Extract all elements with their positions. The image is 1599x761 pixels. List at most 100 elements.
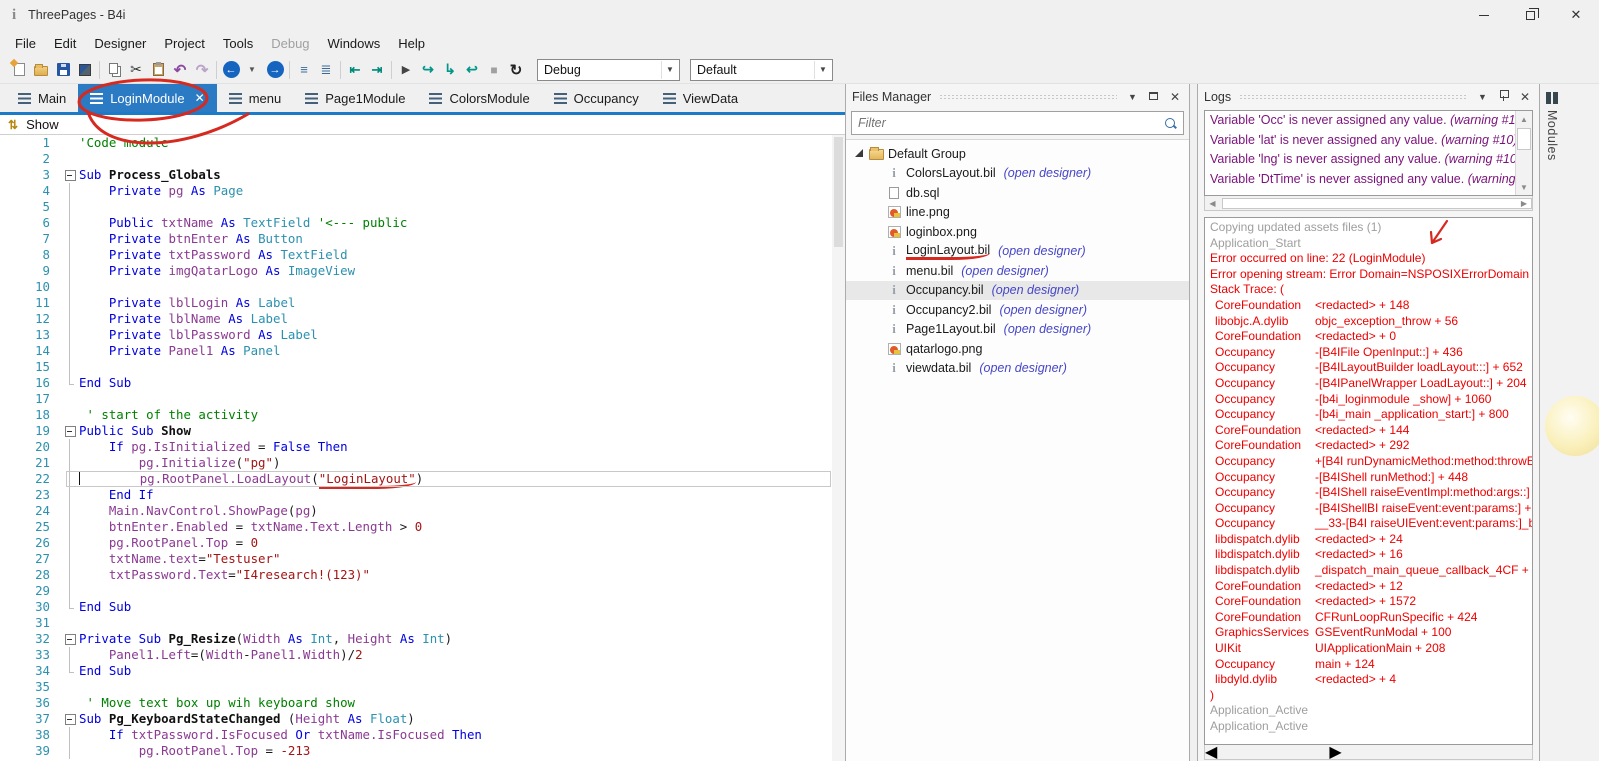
open-designer-link[interactable]: (open designer) (979, 361, 1067, 375)
restart-icon[interactable]: ↻ (505, 59, 527, 81)
build-config-combobox[interactable]: Default ▼ (690, 58, 833, 81)
tab-page1module[interactable]: Page1Module (293, 84, 417, 112)
code-line-23[interactable]: 23 End If (0, 487, 845, 503)
restore-button[interactable] (1507, 0, 1553, 30)
logs-panel-close-icon[interactable]: ✕ (1517, 89, 1533, 105)
code-line-4[interactable]: 4 Private pg As Page (0, 183, 845, 199)
menu-item-edit[interactable]: Edit (45, 33, 85, 54)
menu-item-project[interactable]: Project (155, 33, 213, 54)
code-line-25[interactable]: 25 btnEnter.Enabled = txtName.Text.Lengt… (0, 519, 845, 535)
file-row-loginbox.png[interactable]: loginbox.png (846, 222, 1189, 242)
file-row-page1layout.bil[interactable]: i Page1Layout.bil (open designer) (846, 320, 1189, 340)
menu-item-help[interactable]: Help (389, 33, 434, 54)
navigate-forward-icon[interactable]: → (264, 59, 286, 81)
code-line-39[interactable]: 39 pg.RootPanel.Top = -213 (0, 743, 845, 759)
file-row-db.sql[interactable]: db.sql (846, 183, 1189, 203)
code-line-13[interactable]: 13 Private lblPassword As Label (0, 327, 845, 343)
paste-icon[interactable] (147, 59, 169, 81)
modules-grid-icon[interactable] (74, 59, 96, 81)
open-designer-link[interactable]: (open designer) (998, 244, 1086, 258)
tree-group-row[interactable]: Default Group (846, 144, 1189, 164)
code-line-12[interactable]: 12 Private lblName As Label (0, 311, 845, 327)
open-designer-link[interactable]: (open designer) (961, 264, 1049, 278)
format-lines2-icon[interactable]: ≣ (315, 59, 337, 81)
pin-icon[interactable] (1496, 89, 1511, 104)
warnings-hscrollbar[interactable]: ◀ ▶ (1204, 196, 1533, 211)
file-row-occupancy2.bil[interactable]: i Occupancy2.bil (open designer) (846, 300, 1189, 320)
code-line-28[interactable]: 28 txtPassword.Text="I4research!(123)" (0, 567, 845, 583)
code-line-22[interactable]: 22 pg.RootPanel.LoadLayout("LoginLayout"… (0, 471, 845, 489)
code-line-29[interactable]: 29 (0, 583, 845, 599)
modules-side-tab[interactable]: Modules (1543, 88, 1561, 165)
open-designer-link[interactable]: (open designer) (1004, 166, 1092, 180)
code-line-17[interactable]: 17 (0, 391, 845, 407)
file-row-occupancy.bil[interactable]: i Occupancy.bil (open designer) (846, 280, 1189, 300)
code-line-27[interactable]: 27 txtName.text="Testuser" (0, 551, 845, 567)
code-line-5[interactable]: 5 (0, 199, 845, 215)
code-line-19[interactable]: 19 Public Sub Show (0, 423, 845, 439)
code-line-7[interactable]: 7 Private btnEnter As Button (0, 231, 845, 247)
open-designer-link[interactable]: (open designer) (1004, 322, 1092, 336)
stop-icon[interactable]: ■ (483, 59, 505, 81)
code-editor[interactable]: 1 'Code module 2 3 Sub Process_Globals 4 Priv… (0, 135, 845, 761)
code-line-9[interactable]: 9 Private imgQatarLogo As ImageView (0, 263, 845, 279)
tab-loginmodule[interactable]: LoginModule ✕ (78, 84, 217, 112)
file-row-loginlayout.bil[interactable]: i LoginLayout.bil (open designer) (846, 242, 1189, 262)
scroll-down-icon[interactable]: ▼ (1516, 179, 1532, 195)
code-line-20[interactable]: 20 If pg.IsInitialized = False Then (0, 439, 845, 455)
cut-icon[interactable]: ✂ (125, 59, 147, 81)
panel-float-icon[interactable] (1146, 91, 1161, 103)
code-line-1[interactable]: 1 'Code module (0, 135, 845, 151)
code-line-18[interactable]: 18 ' start of the activity (0, 407, 845, 423)
code-line-11[interactable]: 11 Private lblLogin As Label (0, 295, 845, 311)
menu-item-tools[interactable]: Tools (214, 33, 262, 54)
code-line-36[interactable]: 36 ' Move text box up wih keyboard show (0, 695, 845, 711)
redo-icon[interactable]: ↷ (191, 59, 213, 81)
file-row-qatarlogo.png[interactable]: qatarlogo.png (846, 339, 1189, 359)
code-line-31[interactable]: 31 (0, 615, 845, 631)
scroll-up-icon[interactable]: ▲ (1516, 111, 1532, 127)
file-row-colorslayout.bil[interactable]: i ColorsLayout.bil (open designer) (846, 164, 1189, 184)
run-icon[interactable]: ▶ (395, 59, 417, 81)
scroll-left-icon[interactable]: ◀ (1205, 199, 1220, 208)
close-button[interactable]: ✕ (1553, 0, 1599, 30)
outdent-icon[interactable]: ⇤ (344, 59, 366, 81)
code-line-8[interactable]: 8 Private txtPassword As TextField (0, 247, 845, 263)
format-lines-icon[interactable]: ≡ (293, 59, 315, 81)
open-designer-link[interactable]: (open designer) (992, 283, 1080, 297)
menu-item-designer[interactable]: Designer (85, 33, 155, 54)
code-line-34[interactable]: 34 End Sub (0, 663, 845, 679)
code-line-14[interactable]: 14 Private Panel1 As Panel (0, 343, 845, 359)
files-panel-close-icon[interactable]: ✕ (1167, 89, 1183, 105)
copy-icon[interactable] (103, 59, 125, 81)
navigate-back-icon[interactable]: ← (220, 59, 242, 81)
code-line-21[interactable]: 21 pg.Initialize("pg") (0, 455, 845, 471)
panel-drag-dots[interactable] (1239, 93, 1468, 100)
code-line-35[interactable]: 35 (0, 679, 845, 695)
back-dropdown-caret-icon[interactable]: ▼ (242, 59, 264, 81)
tab-main[interactable]: Main (6, 84, 78, 112)
save-icon[interactable] (52, 59, 74, 81)
menu-item-windows[interactable]: Windows (319, 33, 390, 54)
step-into-icon[interactable]: ↳ (439, 59, 461, 81)
tab-close-icon[interactable]: ✕ (195, 91, 205, 105)
code-line-16[interactable]: 16 End Sub (0, 375, 845, 391)
panel-menu-caret-icon[interactable]: ▼ (1125, 91, 1140, 103)
tab-occupancy[interactable]: Occupancy (542, 84, 651, 112)
build-mode-combobox[interactable]: Debug ▼ (537, 58, 680, 81)
sub-navigator-bar[interactable]: ⇅ Show (0, 115, 845, 135)
open-file-icon[interactable] (30, 59, 52, 81)
tree-expander-icon[interactable] (854, 148, 866, 160)
scroll-right-icon[interactable]: ▶ (1516, 199, 1532, 208)
panel-drag-dots[interactable] (939, 93, 1118, 100)
menu-item-file[interactable]: File (6, 33, 45, 54)
indent-icon[interactable]: ⇥ (366, 59, 388, 81)
scrollbar-thumb[interactable] (1517, 128, 1531, 150)
scrollbar-thumb[interactable] (1222, 197, 1532, 209)
code-line-30[interactable]: 30 End Sub (0, 599, 845, 615)
code-line-37[interactable]: 37 Sub Pg_KeyboardStateChanged (Height As… (0, 711, 845, 727)
tab-menu[interactable]: menu (217, 84, 294, 112)
code-line-33[interactable]: 33 Panel1.Left=(Width-Panel1.Width)/2 (0, 647, 845, 663)
step-out-icon[interactable]: ↩ (461, 59, 483, 81)
code-line-32[interactable]: 32 Private Sub Pg_Resize(Width As Int, He… (0, 631, 845, 647)
